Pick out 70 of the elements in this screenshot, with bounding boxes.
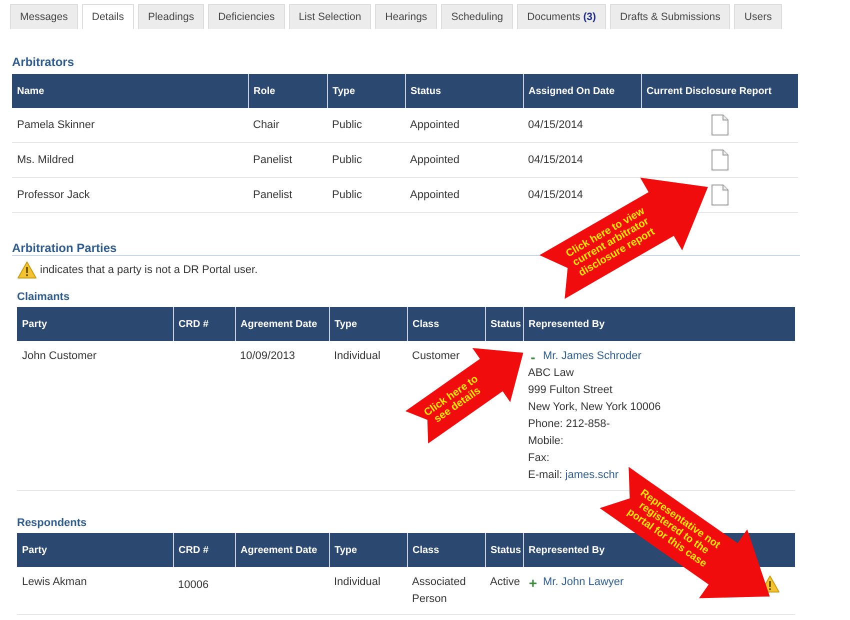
email-link[interactable]: james.schr <box>565 469 618 481</box>
column-header: Agreement Date <box>235 307 329 341</box>
tab[interactable]: Users <box>734 4 782 29</box>
column-header: Class <box>407 307 485 341</box>
document-icon[interactable] <box>710 114 728 136</box>
table-cell: Active <box>490 576 520 588</box>
table-cell: John Customer <box>17 341 173 490</box>
table-cell: Appointed <box>405 142 523 178</box>
table-cell: 10006 <box>178 579 209 591</box>
contact-label: E-mail: <box>528 469 562 481</box>
tab[interactable]: Documents (3) <box>517 4 606 29</box>
table-cell: Public <box>327 178 405 212</box>
table-cell: 04/15/2014 <box>523 142 641 178</box>
tab[interactable]: Hearings <box>375 4 438 29</box>
table-cell: Professor Jack <box>12 178 248 212</box>
table-cell: Panelist <box>248 142 327 178</box>
tab[interactable]: Details <box>82 4 134 29</box>
contact-line: ABC Law <box>528 366 575 381</box>
column-header: Represented By <box>523 307 795 341</box>
column-header: CRD # <box>173 533 235 567</box>
column-header: Type <box>327 74 405 108</box>
table-cell: Public <box>327 142 405 178</box>
table-cell: Pamela Skinner <box>12 108 248 142</box>
contact-line: New York, New York 10006 <box>528 400 662 415</box>
legend-text: indicates that a party is not a DR Portal user. <box>40 264 258 276</box>
column-header: Status <box>485 533 523 567</box>
representative-link[interactable]: Mr. James Schroder <box>543 348 642 365</box>
table-cell: Public <box>327 108 405 142</box>
group-heading: Claimants <box>17 291 70 303</box>
tab[interactable]: List Selection <box>288 4 372 29</box>
column-header: Type <box>329 533 407 567</box>
tab[interactable]: Deficiencies <box>208 4 285 29</box>
column-header: Status <box>485 307 523 341</box>
column-header: Agreement Date <box>235 533 329 567</box>
warning-icon <box>17 261 37 279</box>
column-header: Party <box>17 307 173 341</box>
contact-line: 999 Fulton Street <box>528 383 614 398</box>
table-cell: Chair <box>248 108 327 142</box>
representative-link[interactable]: Mr. John Lawyer <box>543 574 624 591</box>
table-cell: Appointed <box>405 178 523 212</box>
column-header: Class <box>407 533 485 567</box>
tab[interactable]: Messages <box>10 4 78 29</box>
column-header: Status <box>405 74 523 108</box>
table-cell: Panelist <box>248 178 327 212</box>
column-header: CRD # <box>173 307 235 341</box>
contact-line: Mobile: <box>528 434 564 449</box>
section-heading: Arbitrators <box>12 55 74 69</box>
column-header: Party <box>17 533 173 567</box>
column-header: Name <box>12 74 248 108</box>
tab[interactable]: Pleadings <box>138 4 204 29</box>
section-heading: Arbitration Parties <box>12 241 117 255</box>
tab[interactable]: Scheduling <box>441 4 514 29</box>
table-cell: Lewis Akman <box>17 567 173 614</box>
table-cell: 10/09/2013 <box>240 350 296 362</box>
column-header: Current Disclosure Report <box>641 74 798 108</box>
table-cell: Ms. Mildred <box>12 142 248 178</box>
table-cell: Individual <box>329 567 407 614</box>
column-header: Assigned On Date <box>523 74 641 108</box>
column-header: Type <box>329 307 407 341</box>
group-heading: Respondents <box>17 517 87 529</box>
table-cell: 04/15/2014 <box>523 108 641 142</box>
contact-line: Fax: <box>528 451 550 466</box>
document-icon[interactable] <box>710 184 728 206</box>
table-cell: Individual <box>329 341 407 490</box>
document-icon[interactable] <box>710 149 728 171</box>
table-cell: Appointed <box>405 108 523 142</box>
tab[interactable]: Drafts & Submissions <box>610 4 730 29</box>
table-cell: Associated Person <box>407 567 485 614</box>
contact-line: Phone: 212-858- <box>528 417 611 432</box>
column-header: Role <box>248 74 327 108</box>
